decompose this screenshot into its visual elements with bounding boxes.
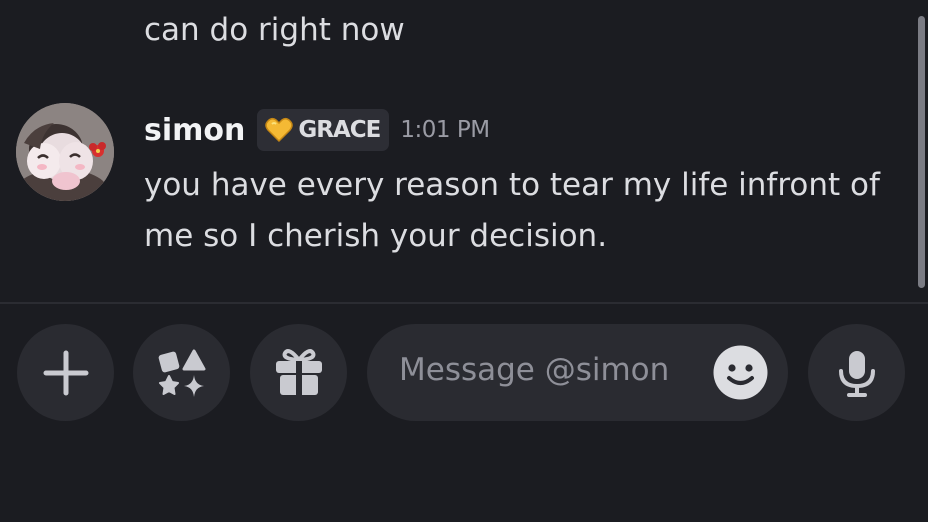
gift-icon <box>275 348 322 395</box>
avatar-image <box>16 103 114 201</box>
username[interactable]: simon <box>144 113 245 148</box>
apps-button[interactable] <box>133 324 230 421</box>
tag-label: GRACE <box>298 117 381 143</box>
divider <box>0 302 928 304</box>
previous-message-text: can do right now <box>144 12 405 48</box>
plus-icon <box>43 350 88 395</box>
apps-icon <box>158 349 205 397</box>
avatar[interactable] <box>16 103 114 201</box>
chat-area[interactable]: can do right now simon GRACE 1:01 PM you… <box>0 0 928 302</box>
emoji-icon <box>713 345 768 400</box>
heart-icon <box>265 117 294 143</box>
timestamp: 1:01 PM <box>400 117 490 143</box>
gift-button[interactable] <box>250 324 347 421</box>
microphone-icon <box>838 350 875 397</box>
message-input-placeholder: Message @simon <box>399 352 670 388</box>
message-header: simon GRACE 1:01 PM <box>144 108 490 152</box>
voice-message-button[interactable] <box>808 324 905 421</box>
message-text: you have every reason to tear my life in… <box>144 167 880 254</box>
message-input[interactable]: Message @simon <box>367 324 788 421</box>
scrollbar[interactable] <box>918 16 925 288</box>
emoji-button[interactable] <box>713 345 768 400</box>
server-tag[interactable]: GRACE <box>257 109 390 151</box>
add-attachment-button[interactable] <box>17 324 114 421</box>
